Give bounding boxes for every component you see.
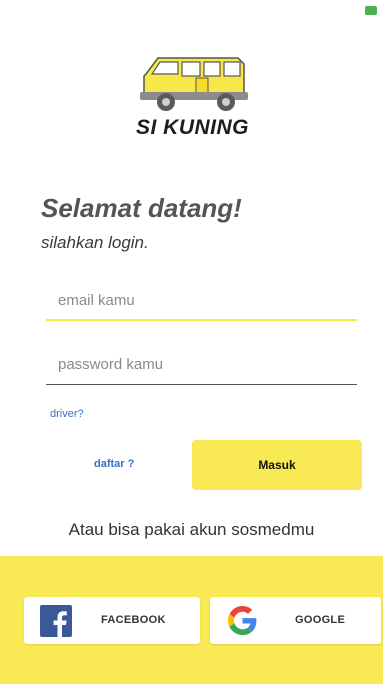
- welcome-subtitle: silahkan login.: [41, 233, 149, 252]
- driver-link[interactable]: driver?: [50, 408, 84, 420]
- minibus-icon: [140, 57, 248, 111]
- brand-name: SI KUNING: [135, 116, 249, 139]
- facebook-label: FACEBOOK: [101, 614, 166, 626]
- social-login-title: Atau bisa pakai akun sosmedmu: [68, 520, 315, 539]
- facebook-login-button[interactable]: FACEBOOK: [24, 597, 200, 644]
- facebook-icon: [40, 605, 72, 637]
- email-field: [46, 281, 357, 321]
- password-field: [46, 345, 357, 385]
- google-label: GOOGLE: [295, 614, 346, 626]
- login-button[interactable]: Masuk: [192, 440, 362, 490]
- email-input[interactable]: [46, 281, 357, 319]
- status-bar: [0, 0, 383, 22]
- google-icon: [228, 606, 257, 635]
- welcome-title: Selamat datang!: [41, 193, 242, 223]
- register-link[interactable]: daftar ?: [94, 458, 134, 470]
- password-input[interactable]: [46, 345, 357, 384]
- google-login-button[interactable]: GOOGLE: [210, 597, 381, 644]
- battery-icon: [365, 6, 377, 15]
- social-login-panel: FACEBOOK GOOGLE: [0, 556, 383, 684]
